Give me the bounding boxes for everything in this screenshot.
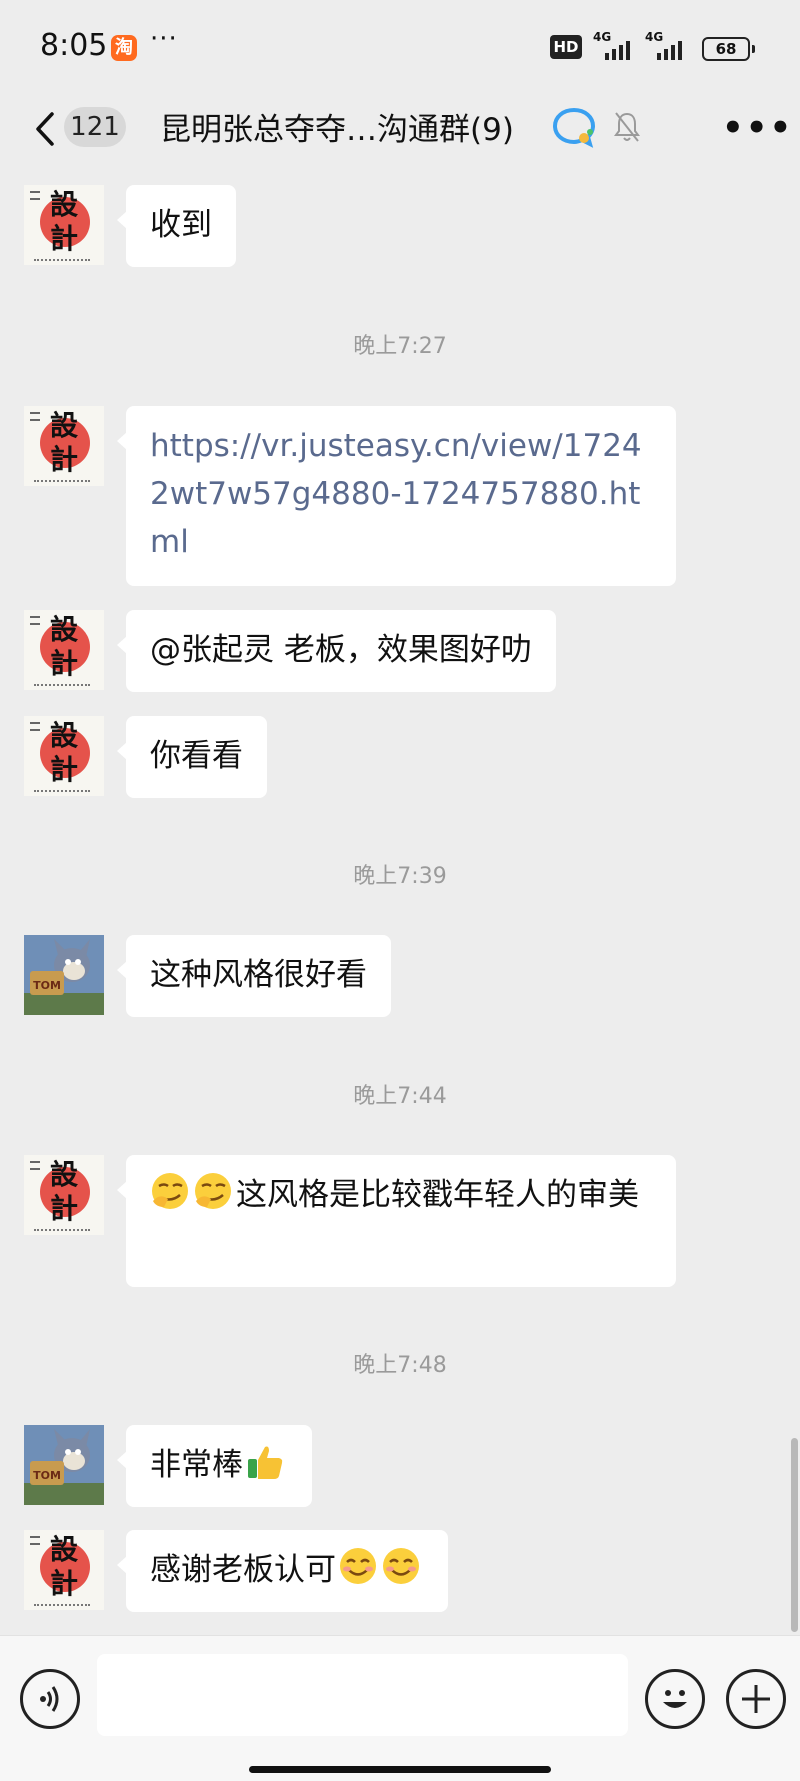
message-text: 你看看 bbox=[150, 738, 243, 774]
mute-icon[interactable] bbox=[612, 110, 642, 144]
signal-icon-1: 4G bbox=[593, 30, 637, 60]
message-bubble[interactable]: 感谢老板认可 bbox=[117, 1530, 448, 1612]
chat-title[interactable]: 昆明张总夺夺…沟通群(9) bbox=[160, 104, 514, 149]
smirk-emoji-icon bbox=[195, 1173, 231, 1209]
smirk-emoji-icon bbox=[152, 1173, 188, 1209]
status-bar: 8:05 淘 ··· HD 4G 4G 68 bbox=[0, 0, 800, 92]
timestamp: 晚上7:48 bbox=[353, 1353, 447, 1378]
message-input[interactable] bbox=[97, 1654, 628, 1736]
avatar[interactable]: TOM bbox=[24, 935, 104, 1015]
voice-button[interactable] bbox=[20, 1669, 80, 1729]
voice-icon bbox=[40, 1686, 59, 1712]
signal-icon-2: 4G bbox=[645, 30, 689, 60]
hd-voice-icon: HD bbox=[550, 35, 582, 59]
timestamp: 晚上7:27 bbox=[353, 334, 447, 359]
message-bubble[interactable]: 收到 bbox=[117, 185, 236, 267]
message-bubble[interactable]: https://vr.justeasy.cn/view/17242wt7w57g… bbox=[117, 406, 676, 586]
battery-icon: 68 bbox=[702, 37, 755, 61]
avatar[interactable]: 設 計 bbox=[24, 1530, 104, 1610]
message-text: 收到 bbox=[150, 207, 212, 243]
avatar[interactable]: 設 計 bbox=[24, 185, 104, 265]
back-icon[interactable] bbox=[30, 104, 66, 154]
avatar[interactable]: 設 計 bbox=[24, 406, 104, 486]
message-bubble[interactable]: 这风格是比较戳年轻人的审美 bbox=[117, 1155, 676, 1287]
emoji-button[interactable] bbox=[645, 1669, 705, 1729]
plus-button[interactable] bbox=[726, 1669, 786, 1729]
message-text: 这种风格很好看 bbox=[150, 957, 367, 993]
message-bubble[interactable]: 这种风格很好看 bbox=[117, 935, 391, 1017]
message-text: 感谢老板认可 bbox=[150, 1552, 336, 1588]
avatar[interactable]: 設 計 bbox=[24, 610, 104, 690]
message-link[interactable]: https://vr.justeasy.cn/view/17242wt7w57g… bbox=[150, 428, 642, 560]
avatar[interactable]: 設 計 bbox=[24, 1155, 104, 1235]
smile-emoji-icon bbox=[383, 1548, 419, 1584]
avatar[interactable]: TOM bbox=[24, 1425, 104, 1505]
timestamp: 晚上7:39 bbox=[353, 864, 447, 889]
message-bubble[interactable]: 你看看 bbox=[117, 716, 267, 798]
message-list[interactable]: 設 計 收到 晚上7:27 設 計 https://vr.justeasy.cn… bbox=[0, 170, 800, 1635]
tom-cat-avatar-icon: TOM bbox=[24, 1425, 104, 1505]
smile-emoji-icon bbox=[340, 1548, 376, 1584]
message-text: 非常棒 bbox=[150, 1447, 243, 1483]
emoji-icon bbox=[663, 1690, 687, 1708]
more-notifications-icon: ··· bbox=[150, 24, 178, 54]
message-bubble[interactable]: @张起灵 老板，效果图好叻 bbox=[117, 610, 556, 692]
timestamp: 晚上7:44 bbox=[353, 1084, 447, 1109]
plus-icon bbox=[742, 1685, 770, 1713]
status-time: 8:05 bbox=[40, 28, 108, 63]
unread-count-badge[interactable]: 121 bbox=[64, 107, 126, 147]
tom-cat-avatar-icon: TOM bbox=[24, 935, 104, 1015]
avatar[interactable]: 設 計 bbox=[24, 716, 104, 796]
message-bubble[interactable]: 非常棒 bbox=[117, 1425, 312, 1507]
taobao-notification-icon: 淘 bbox=[111, 35, 137, 61]
chat-header: 121 昆明张总夺夺…沟通群(9) ••• bbox=[0, 92, 800, 170]
tom-label: TOM bbox=[33, 979, 61, 992]
scrollbar[interactable] bbox=[791, 1438, 798, 1632]
message-text: 这风格是比较戳年轻人的审美 bbox=[236, 1177, 639, 1213]
thumbs-up-emoji-icon bbox=[248, 1446, 283, 1479]
message-text: @张起灵 老板，效果图好叻 bbox=[150, 632, 532, 668]
home-indicator[interactable] bbox=[249, 1766, 551, 1773]
tom-label: TOM bbox=[33, 1469, 61, 1482]
ai-chat-icon[interactable] bbox=[552, 106, 596, 150]
input-bar bbox=[0, 1635, 800, 1781]
more-icon[interactable]: ••• bbox=[722, 108, 793, 148]
